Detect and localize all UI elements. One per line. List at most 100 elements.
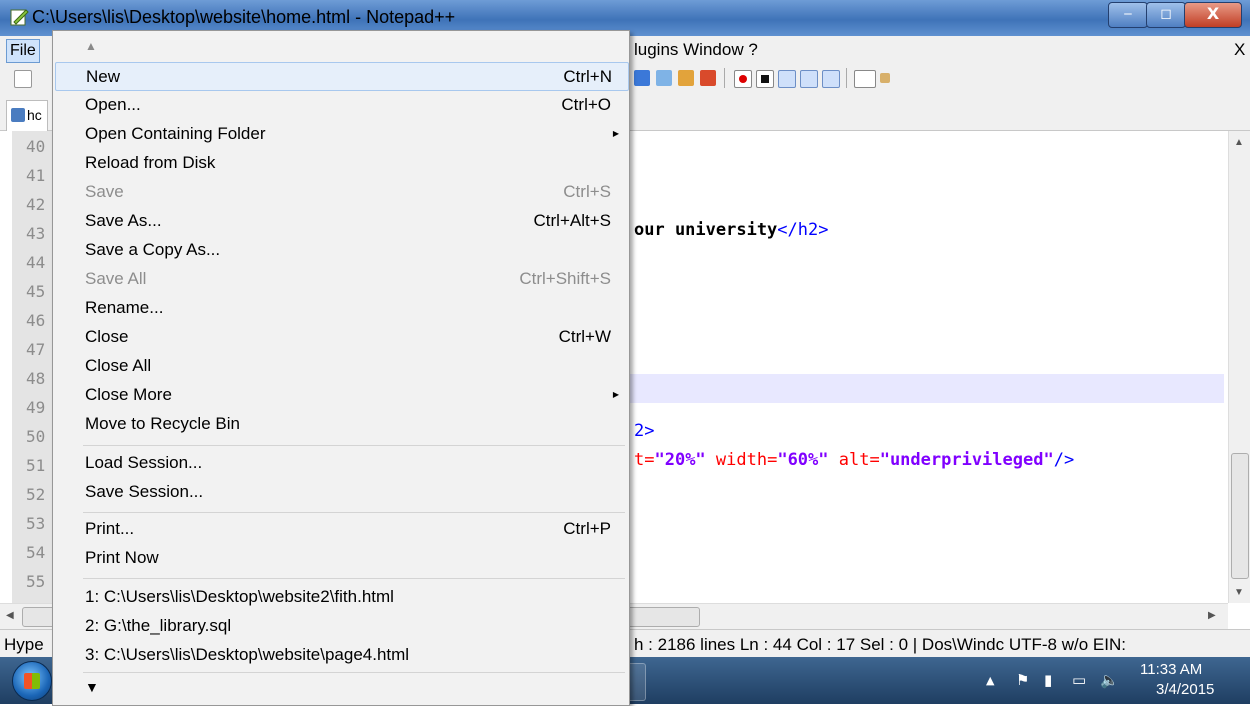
menu-item-label: Load Session... [85,453,203,472]
play-macro-icon[interactable] [778,70,796,88]
menu-item-open-containing-folder[interactable]: Open Containing Folder ▶ [55,120,627,149]
start-button[interactable] [12,661,52,701]
line-number: 54 [26,543,46,562]
menu-item-save-all[interactable]: Save All Ctrl+Shift+S [55,265,627,294]
status-info: h : 2186 lines Ln : 44 Col : 17 Sel : 0 … [634,635,1126,654]
submenu-arrow-icon: ▶ [612,129,619,138]
menu-item-new[interactable]: New Ctrl+N [55,62,629,91]
record-macro-icon[interactable] [734,70,752,88]
windows-logo-icon [24,673,40,689]
menu-separator [83,512,625,513]
code-value: "20%" [654,450,706,470]
menu-item-save-as[interactable]: Save As... Ctrl+Alt+S [55,207,627,236]
clock-time[interactable]: 11:33 AM [1140,661,1202,678]
menu-item-close-more[interactable]: Close More ▶ [55,381,627,410]
notepad-app-icon [10,9,29,26]
menu-item-save-session[interactable]: Save Session... [55,478,627,507]
doc-map-icon[interactable] [678,70,694,86]
power-icon[interactable]: ▮ [1044,671,1052,689]
menu-item-shortcut: Ctrl+O [561,95,611,114]
line-number: 49 [26,398,46,417]
status-file-type: Hype [4,635,44,654]
code-value: "underprivileged" [879,450,1054,470]
menu-item-label: Save Session... [85,482,204,501]
volume-icon[interactable]: 🔈 [1100,671,1119,689]
menu-file[interactable]: File [6,39,40,63]
menu-item-rename[interactable]: Rename... [55,294,627,323]
line-number: 48 [26,369,46,388]
vertical-scrollbar[interactable]: ▲ ▼ [1228,131,1250,603]
menu-item-reload-from-disk[interactable]: Reload from Disk [55,149,627,178]
menu-item-close-all[interactable]: Close All [55,352,627,381]
action-center-flag-icon[interactable]: ⚑ [1016,671,1029,689]
menu-item-save-a-copy-as[interactable]: Save a Copy As... [55,236,627,265]
menu-item-shortcut: Ctrl+W [558,327,611,346]
code-tag: </h2> [777,220,829,240]
scroll-down-icon[interactable]: ▼ [85,679,99,695]
menu-item-label: 3: C:\Users\lis\Desktop\website\page4.ht… [85,645,410,664]
menu-item-label: Save [85,182,124,201]
menu-item-shortcut: Ctrl+P [563,519,611,538]
network-icon[interactable]: ▭ [1072,671,1086,689]
scroll-up-icon[interactable]: ▲ [85,39,97,53]
file-dropdown-menu: ▲ New Ctrl+N Open... Ctrl+O Open Contain… [52,30,630,706]
menu-plugins-window-help[interactable]: lugins Window ? [634,40,758,60]
new-file-icon[interactable] [14,70,32,88]
scroll-up-arrow-icon[interactable]: ▲ [1234,137,1244,148]
menu-item-recent-file-3[interactable]: 3: C:\Users\lis\Desktop\website\page4.ht… [55,641,627,670]
save-macro-icon[interactable] [822,70,840,88]
menu-item-load-session[interactable]: Load Session... [55,449,627,478]
menu-item-close[interactable]: Close Ctrl+W [55,323,627,352]
tab-home-html[interactable]: hc [6,100,48,131]
plugin-icon[interactable] [880,73,890,83]
menu-item-print-now[interactable]: Print Now [55,544,627,573]
menu-item-shortcut: Ctrl+N [563,67,612,86]
line-number: 41 [26,166,46,185]
menu-separator [83,445,625,446]
menu-item-label: Save As... [85,211,162,230]
menu-item-move-to-recycle-bin[interactable]: Move to Recycle Bin [55,410,627,439]
code-attr: width= [705,450,778,470]
menu-item-label: Close More [85,385,172,404]
line-number: 40 [26,137,46,156]
scroll-left-arrow-icon[interactable]: ◀ [6,610,14,621]
scroll-right-arrow-icon[interactable]: ▶ [1208,610,1216,621]
minimize-button[interactable]: ‒ [1108,2,1148,28]
line-number: 50 [26,427,46,446]
menu-item-label: Print Now [85,548,159,567]
menu-item-shortcut: Ctrl+Shift+S [519,269,611,288]
run-macro-multiple-icon[interactable] [800,70,818,88]
show-hidden-icons-icon[interactable]: ▲ [986,674,994,687]
line-number: 42 [26,195,46,214]
menu-item-recent-file-1[interactable]: 1: C:\Users\lis\Desktop\website2\fith.ht… [55,583,627,612]
menu-item-label: Rename... [85,298,164,317]
menu-item-label: Open... [85,95,141,114]
line-number: 46 [26,311,46,330]
clock-date[interactable]: 3/4/2015 [1156,681,1214,698]
menu-item-label: Print... [85,519,135,538]
menu-item-recent-file-2[interactable]: 2: G:\the_library.sql [55,612,627,641]
code-line-51: t="20%" width="60%" alt="underprivileged… [634,450,1074,470]
function-list-icon[interactable] [700,70,716,86]
close-document-icon[interactable]: X [1234,40,1245,60]
menu-item-label: 2: G:\the_library.sql [85,616,232,635]
vertical-scroll-thumb[interactable] [1231,453,1249,579]
close-button[interactable]: X [1184,2,1242,28]
code-text: our university [634,220,778,240]
indent-guide-icon[interactable] [656,70,672,86]
code-line-43: our university</h2> [634,220,828,240]
menu-item-save[interactable]: Save Ctrl+S [55,178,627,207]
menu-item-label: 1: C:\Users\lis\Desktop\website2\fith.ht… [85,587,394,606]
scroll-down-arrow-icon[interactable]: ▼ [1234,587,1244,598]
wrap-icon[interactable] [634,70,650,86]
menu-item-open[interactable]: Open... Ctrl+O [55,91,627,120]
spell-check-icon[interactable] [854,70,876,88]
code-tag: 2> [634,421,655,441]
window-title: C:\Users\lis\Desktop\website\home.html -… [32,7,456,27]
maximize-button[interactable]: ◻ [1146,2,1186,28]
tab-label: hc [27,107,42,123]
menu-item-print[interactable]: Print... Ctrl+P [55,515,627,544]
menu-item-label: New [86,67,121,86]
stop-macro-icon[interactable] [756,70,774,88]
menu-item-label: Close All [85,356,152,375]
